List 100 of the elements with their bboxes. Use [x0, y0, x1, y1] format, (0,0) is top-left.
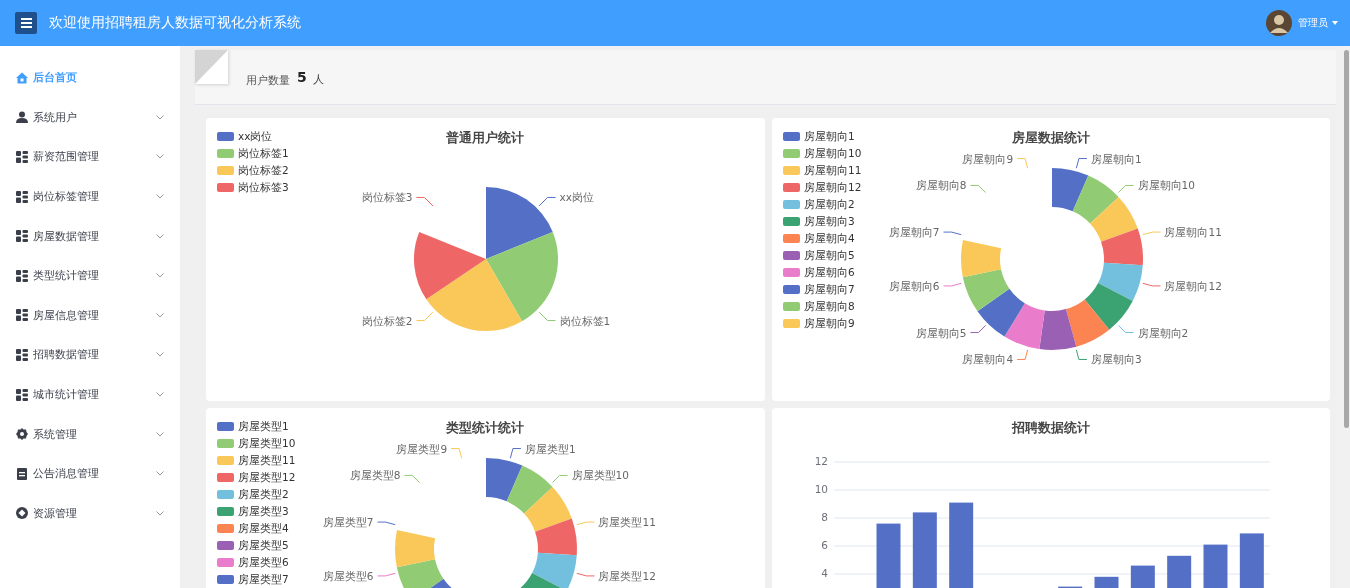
- legend-label[interactable]: 房屋类型10: [238, 437, 296, 449]
- leader-line: [450, 448, 463, 459]
- axis-tick-label: 12: [814, 455, 828, 467]
- leader-line: [416, 311, 434, 321]
- sidebar-item[interactable]: 系统管理: [0, 414, 180, 454]
- legend-swatch[interactable]: [782, 319, 800, 328]
- legend-swatch[interactable]: [217, 183, 234, 192]
- leader-line: [538, 197, 556, 207]
- leader-line: [377, 572, 396, 577]
- slice-label: 房屋朝向5: [915, 326, 966, 339]
- slice-label: 房屋类型6: [322, 569, 374, 582]
- legend-swatch[interactable]: [217, 524, 234, 533]
- sidebar-item[interactable]: 房屋数据管理: [0, 216, 180, 256]
- slice-label: 岗位标签1: [559, 314, 611, 327]
- leader-line: [969, 324, 986, 334]
- slice-label: xx岗位: [559, 191, 594, 204]
- sidebar-item[interactable]: 资源管理: [0, 493, 180, 534]
- leader-line: [403, 474, 421, 484]
- legend-label[interactable]: 房屋类型4: [238, 522, 289, 534]
- sidebar-item[interactable]: 公告消息管理: [0, 453, 180, 494]
- avatar[interactable]: [1266, 10, 1292, 36]
- legend-swatch[interactable]: [782, 200, 800, 209]
- legend-label[interactable]: 房屋朝向11: [803, 164, 861, 176]
- legend-label[interactable]: 房屋类型6: [238, 556, 289, 568]
- sidebar-item[interactable]: 岗位标签管理: [0, 176, 180, 217]
- leader-line: [576, 572, 595, 577]
- legend-label[interactable]: 房屋朝向1: [803, 130, 855, 142]
- stat-label: 用户数量: [246, 73, 290, 88]
- slice-label: 房屋朝向8: [915, 179, 966, 192]
- legend-label[interactable]: 房屋朝向3: [803, 215, 855, 227]
- menu-button[interactable]: [15, 12, 37, 34]
- legend-label[interactable]: 房屋朝向7: [803, 283, 855, 295]
- legend-label[interactable]: 房屋类型3: [238, 505, 289, 517]
- legend-label[interactable]: 房屋类型5: [238, 539, 289, 551]
- legend-label[interactable]: xx岗位: [238, 130, 273, 142]
- legend-label[interactable]: 岗位标签1: [238, 147, 289, 159]
- legend-label[interactable]: 房屋朝向4: [803, 232, 855, 244]
- legend-swatch[interactable]: [782, 149, 800, 158]
- sidebar-item[interactable]: 招聘数据管理: [0, 335, 180, 375]
- grid-icon: [16, 309, 28, 322]
- sidebar-item[interactable]: 房屋信息管理: [0, 295, 180, 336]
- legend-label[interactable]: 岗位标签2: [238, 164, 289, 176]
- legend-swatch[interactable]: [217, 575, 234, 584]
- bar: [1166, 555, 1191, 588]
- scrollbar[interactable]: [1343, 46, 1350, 588]
- slice-label: 房屋朝向12: [1163, 279, 1222, 292]
- legend-swatch[interactable]: [782, 268, 800, 277]
- slice-label: 房屋类型9: [396, 442, 448, 455]
- sidebar-item[interactable]: 类型统计管理: [0, 255, 180, 296]
- sidebar-item[interactable]: 薪资范围管理: [0, 137, 180, 177]
- legend-swatch[interactable]: [782, 251, 800, 260]
- legend-swatch[interactable]: [217, 132, 234, 141]
- legend-label[interactable]: 房屋朝向6: [803, 266, 855, 278]
- leader-line: [1141, 231, 1161, 236]
- legend-label[interactable]: 房屋朝向9: [803, 317, 855, 329]
- legend-swatch[interactable]: [217, 473, 234, 482]
- leader-line: [576, 521, 595, 526]
- legend-swatch[interactable]: [782, 183, 800, 192]
- slice-label: 房屋类型1: [524, 442, 576, 455]
- legend-swatch[interactable]: [782, 234, 800, 243]
- slice-label: 房屋朝向10: [1137, 179, 1195, 192]
- legend-swatch[interactable]: [217, 490, 234, 499]
- legend-swatch[interactable]: [217, 507, 234, 516]
- caret-icon: [1332, 21, 1338, 25]
- slice-label: 房屋类型7: [322, 516, 374, 529]
- legend-swatch[interactable]: [217, 439, 234, 448]
- legend-label[interactable]: 房屋类型2: [238, 488, 289, 500]
- legend-label[interactable]: 房屋朝向8: [803, 300, 855, 312]
- legend-swatch[interactable]: [217, 541, 234, 550]
- legend-swatch[interactable]: [217, 456, 234, 465]
- legend-label[interactable]: 房屋朝向5: [803, 249, 855, 261]
- legend-label[interactable]: 房屋类型7: [238, 573, 289, 585]
- bar: [1130, 565, 1155, 588]
- axis-tick-label: 6: [820, 539, 828, 551]
- slice-label: 房屋朝向1: [1090, 152, 1142, 165]
- chart-title: 房屋数据统计: [1011, 130, 1090, 145]
- legend-label[interactable]: 房屋朝向2: [803, 198, 855, 210]
- scrollbar-thumb[interactable]: [1344, 50, 1349, 428]
- legend-label[interactable]: 房屋类型1: [238, 420, 289, 432]
- legend-label[interactable]: 房屋类型12: [238, 471, 296, 483]
- stat-value: 5: [297, 69, 307, 85]
- legend-label[interactable]: 房屋朝向12: [803, 181, 861, 193]
- legend-swatch[interactable]: [217, 149, 234, 158]
- legend-label[interactable]: 岗位标签3: [238, 181, 289, 193]
- legend-label[interactable]: 房屋类型11: [238, 454, 296, 466]
- sidebar-item[interactable]: 城市统计管理: [0, 374, 180, 415]
- legend-swatch[interactable]: [782, 285, 800, 294]
- legend-label[interactable]: 房屋朝向10: [803, 147, 861, 159]
- legend-swatch[interactable]: [782, 166, 800, 175]
- legend-swatch[interactable]: [782, 132, 800, 141]
- leader-line: [377, 521, 396, 526]
- leader-line: [1075, 158, 1087, 169]
- legend-swatch[interactable]: [782, 217, 800, 226]
- legend-swatch[interactable]: [217, 422, 234, 431]
- legend-swatch[interactable]: [217, 558, 234, 567]
- legend-swatch[interactable]: [217, 166, 234, 175]
- sidebar-item[interactable]: 系统用户: [0, 97, 180, 138]
- slice-label: 房屋朝向7: [888, 226, 940, 239]
- leader-line: [509, 448, 522, 459]
- legend-swatch[interactable]: [782, 302, 800, 311]
